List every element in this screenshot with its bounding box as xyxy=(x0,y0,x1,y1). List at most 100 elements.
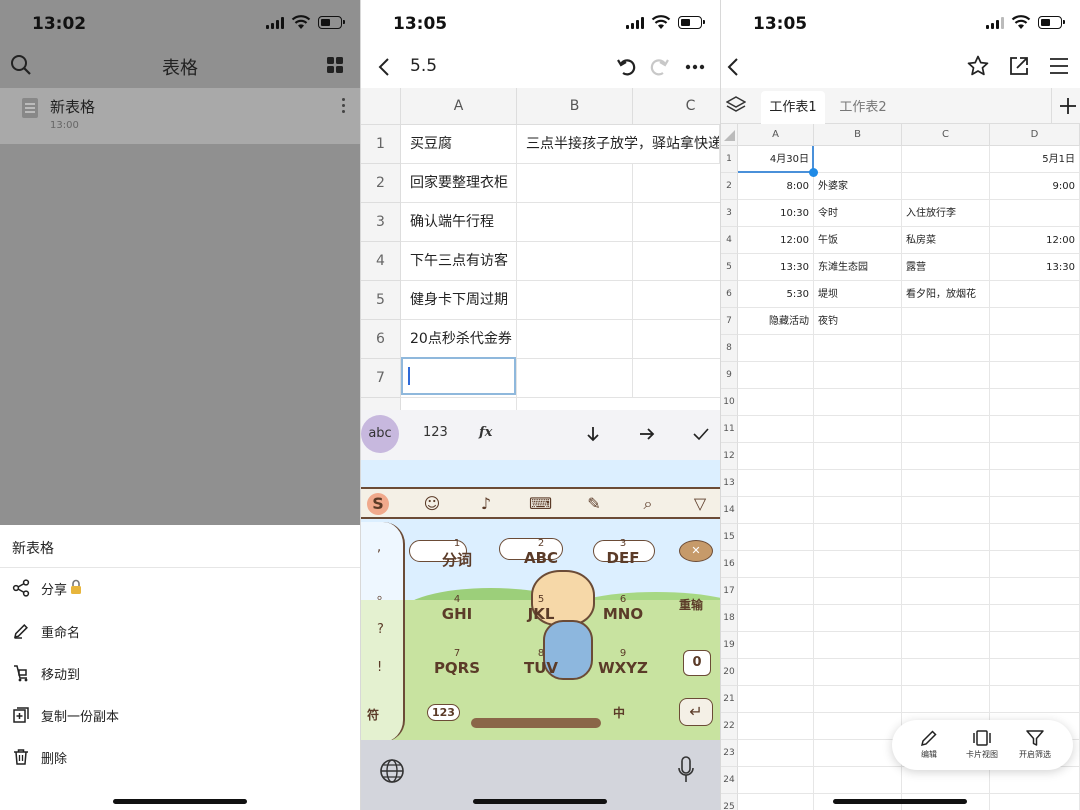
file-list-item[interactable]: 新表格 13:00 xyxy=(0,88,360,144)
backspace-key[interactable]: ✕ xyxy=(679,540,713,562)
reenter-key[interactable]: 重输 xyxy=(679,596,703,613)
symbol-key[interactable]: 符 xyxy=(367,706,379,723)
cell[interactable] xyxy=(517,320,633,359)
arrow-down-icon[interactable] xyxy=(586,426,600,442)
row-header[interactable]: 12 xyxy=(721,443,738,470)
handwriting-icon[interactable]: ✎ xyxy=(583,493,605,515)
corner-cell[interactable] xyxy=(361,88,401,125)
cell[interactable]: 私房菜 xyxy=(902,227,990,254)
keyboard-icon[interactable]: ⌨ xyxy=(529,493,552,515)
cell[interactable]: 外婆家 xyxy=(814,173,902,200)
key-5[interactable]: 5 JKL xyxy=(511,594,571,623)
grid-view-icon[interactable] xyxy=(327,57,343,73)
cell[interactable] xyxy=(738,551,814,578)
menu-icon[interactable] xyxy=(1049,57,1069,75)
row-header[interactable]: 15 xyxy=(721,524,738,551)
cell[interactable] xyxy=(738,713,814,740)
zero-key[interactable]: 0 xyxy=(683,650,711,676)
cell[interactable] xyxy=(990,632,1080,659)
column-header[interactable]: D xyxy=(990,124,1080,146)
cell[interactable]: 露营 xyxy=(902,254,990,281)
cell[interactable] xyxy=(738,497,814,524)
back-icon[interactable] xyxy=(727,57,739,77)
cell[interactable] xyxy=(902,443,990,470)
row-header[interactable]: 9 xyxy=(721,362,738,389)
cell[interactable] xyxy=(990,794,1080,810)
cell[interactable] xyxy=(902,524,990,551)
cell[interactable] xyxy=(902,578,990,605)
cell[interactable] xyxy=(814,578,902,605)
key-6[interactable]: 6 MNO xyxy=(593,594,653,623)
cell[interactable] xyxy=(517,281,633,320)
home-indicator[interactable] xyxy=(833,799,967,804)
enter-key[interactable]: ↵ xyxy=(679,698,713,726)
redo-icon[interactable] xyxy=(649,57,669,77)
row-header[interactable]: 18 xyxy=(721,605,738,632)
cell[interactable] xyxy=(990,335,1080,362)
menu-item-delete[interactable]: 删除 xyxy=(0,736,360,778)
cell[interactable] xyxy=(738,794,814,810)
row-header[interactable]: 6 xyxy=(721,281,738,308)
cell[interactable] xyxy=(814,524,902,551)
tab-sheet1[interactable]: 工作表1 xyxy=(761,91,825,124)
cell[interactable] xyxy=(738,470,814,497)
key-1[interactable]: 1 分词 xyxy=(427,538,487,570)
space-key[interactable] xyxy=(471,718,601,728)
cell[interactable]: 5月1日 xyxy=(990,146,1080,173)
row-header[interactable]: 10 xyxy=(721,389,738,416)
cell[interactable] xyxy=(814,551,902,578)
cell[interactable]: 5:30 xyxy=(738,281,814,308)
cell[interactable] xyxy=(902,335,990,362)
key-9[interactable]: 9 WXYZ xyxy=(593,648,653,677)
row-header[interactable]: 6 xyxy=(361,320,401,359)
cell[interactable] xyxy=(738,659,814,686)
number-mode-button[interactable]: 123 xyxy=(423,425,448,440)
cell[interactable] xyxy=(902,389,990,416)
cell[interactable] xyxy=(902,659,990,686)
cell[interactable] xyxy=(814,659,902,686)
cell[interactable] xyxy=(990,389,1080,416)
cell[interactable] xyxy=(902,605,990,632)
cell[interactable]: 20点秒杀代金券 xyxy=(401,320,517,359)
cell[interactable] xyxy=(990,443,1080,470)
cell[interactable] xyxy=(902,497,990,524)
cell[interactable] xyxy=(902,686,990,713)
row-header[interactable]: 4 xyxy=(721,227,738,254)
cell[interactable] xyxy=(902,470,990,497)
menu-item-move[interactable]: 移动到 xyxy=(0,652,360,694)
cell[interactable]: 13:30 xyxy=(990,254,1080,281)
row-header[interactable]: 22 xyxy=(721,713,738,740)
cell[interactable] xyxy=(990,578,1080,605)
card-view-button[interactable]: 卡片视图 xyxy=(957,728,1007,760)
cell[interactable]: 午饭 xyxy=(814,227,902,254)
cell[interactable] xyxy=(401,398,517,410)
cell[interactable]: 4月30日 xyxy=(738,146,814,173)
side-key[interactable]: , xyxy=(377,540,381,555)
cell[interactable]: 隐藏活动 xyxy=(738,308,814,335)
row-header[interactable]: 21 xyxy=(721,686,738,713)
side-key[interactable]: 。 xyxy=(377,584,390,603)
cell[interactable] xyxy=(902,551,990,578)
cell[interactable] xyxy=(990,308,1080,335)
column-header[interactable]: C xyxy=(633,88,720,125)
cell[interactable] xyxy=(814,605,902,632)
cell[interactable]: 买豆腐 xyxy=(401,125,517,164)
row-header[interactable]: 8 xyxy=(721,335,738,362)
row-header[interactable]: 5 xyxy=(361,281,401,320)
sogou-logo-icon[interactable]: S xyxy=(367,493,389,515)
row-header[interactable]: 23 xyxy=(721,740,738,767)
key-7[interactable]: 7 PQRS xyxy=(427,648,487,677)
row-header[interactable]: 7 xyxy=(721,308,738,335)
language-toggle-key[interactable]: 中 xyxy=(613,704,625,721)
cell[interactable] xyxy=(738,578,814,605)
row-header[interactable]: 3 xyxy=(361,203,401,242)
cell[interactable]: 确认端午行程 xyxy=(401,203,517,242)
home-indicator[interactable] xyxy=(473,799,607,804)
cell[interactable]: 入住放行李 xyxy=(902,200,990,227)
side-key[interactable]: ! xyxy=(377,660,382,675)
cell[interactable]: 9:00 xyxy=(990,173,1080,200)
cell[interactable] xyxy=(814,416,902,443)
spreadsheet-grid[interactable]: A B C 1 买豆腐 三点半接孩子放学，驿站拿快递 2 回家要整理衣柜 3 确… xyxy=(361,88,720,410)
cell[interactable] xyxy=(990,605,1080,632)
cell[interactable] xyxy=(633,359,720,398)
